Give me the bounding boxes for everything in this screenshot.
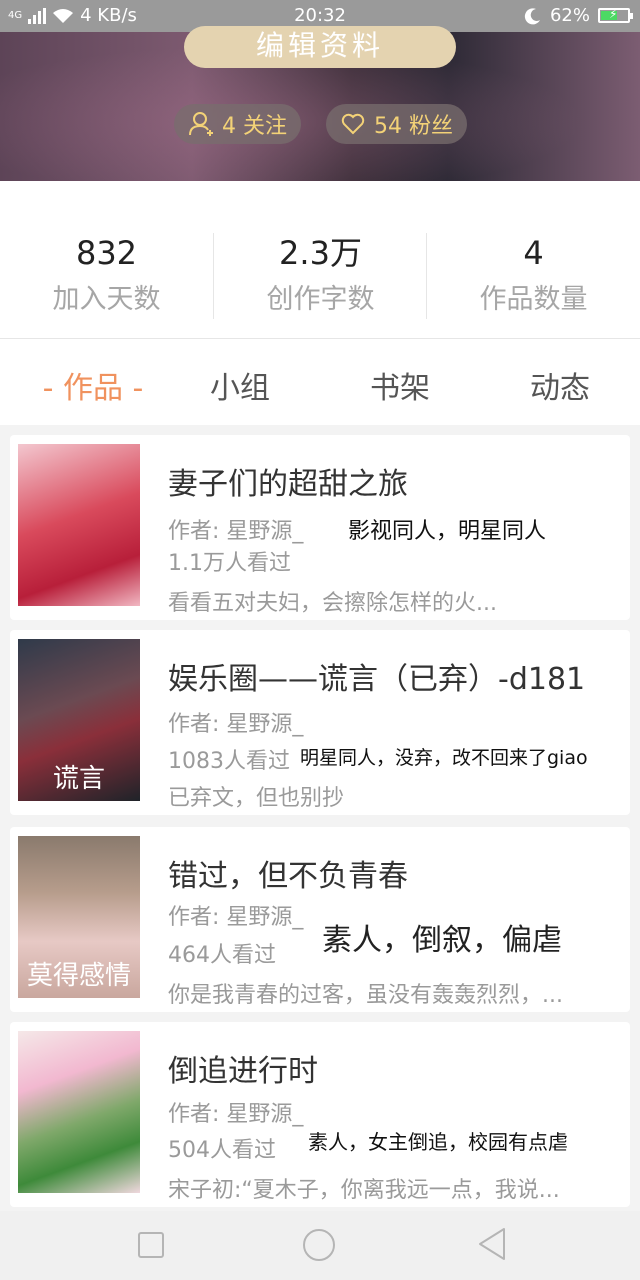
work-views: 464人看过 bbox=[168, 943, 276, 968]
work-cover[interactable] bbox=[18, 444, 140, 606]
battery-icon: ⚡ bbox=[598, 7, 633, 23]
work-item[interactable]: 倒追进行时 作者: 星野源_ 504人看过 素人，女主倒追，校园有点虐 宋子初:… bbox=[10, 1022, 630, 1207]
stat-join-days: 832 加入天数 bbox=[0, 233, 213, 316]
battery-percent: 62% bbox=[549, 5, 590, 26]
work-author: 作者: 星野源_ bbox=[168, 1102, 304, 1127]
following-button[interactable]: 4 关注 bbox=[174, 104, 301, 144]
work-summary: 宋子初:“夏木子，你离我远一点，我说... bbox=[168, 1178, 560, 1203]
tab-activity[interactable]: 动态 bbox=[480, 363, 640, 407]
work-views: 504人看过 bbox=[168, 1138, 276, 1163]
cover-text: 谎言 bbox=[52, 764, 105, 794]
work-summary: 看看五对夫妇，会擦除怎样的火... bbox=[168, 591, 497, 616]
profile-header: 编辑资料 4 关注 54 粉丝 bbox=[0, 26, 640, 181]
edit-profile-button[interactable]: 编辑资料 bbox=[184, 26, 456, 68]
work-summary: 你是我青春的过客，虽没有轰轰烈烈，... bbox=[168, 983, 563, 1008]
moon-icon bbox=[524, 7, 540, 24]
stat-label: 加入天数 bbox=[52, 284, 161, 315]
work-title[interactable]: 娱乐圈——谎言（已弃）-d181 bbox=[168, 654, 585, 698]
work-tags: 素人，女主倒追，校园有点虐 bbox=[308, 1130, 568, 1154]
cover-text: 莫得感情 bbox=[26, 961, 131, 991]
work-title[interactable]: 错过，但不负青春 bbox=[168, 851, 408, 895]
fans-button[interactable]: 54 粉丝 bbox=[326, 104, 467, 144]
work-item[interactable]: 妻子们的超甜之旅 作者: 星野源_ 影视同人，明星同人 1.1万人看过 看看五对… bbox=[10, 435, 630, 620]
profile-tabs: - 作品 - 小组 书架 动态 bbox=[0, 339, 640, 425]
work-summary: 已弃文，但也别抄 bbox=[168, 786, 345, 811]
work-views: 1083人看过 bbox=[168, 749, 290, 774]
stat-works-count: 4 作品数量 bbox=[427, 233, 640, 316]
work-author: 作者: 星野源_ bbox=[168, 519, 304, 544]
recent-apps-icon[interactable] bbox=[137, 1231, 165, 1259]
stat-value: 4 bbox=[523, 234, 544, 272]
tab-works[interactable]: - 作品 - bbox=[13, 363, 173, 407]
stat-value: 832 bbox=[75, 234, 138, 272]
stat-label: 作品数量 bbox=[479, 284, 588, 315]
navigation-bar bbox=[0, 1211, 640, 1280]
work-item[interactable]: 谎言 娱乐圈——谎言（已弃）-d181 作者: 星野源_ 1083人看过 明星同… bbox=[10, 630, 630, 815]
work-author: 作者: 星野源_ bbox=[168, 905, 304, 930]
fans-label: 54 粉丝 bbox=[374, 114, 453, 139]
work-cover[interactable] bbox=[18, 1031, 140, 1193]
work-cover[interactable]: 谎言 bbox=[18, 639, 140, 801]
work-item[interactable]: 莫得感情 错过，但不负青春 作者: 星野源_ 素人，倒叙，偏虐 464人看过 你… bbox=[10, 827, 630, 1012]
work-author: 作者: 星野源_ bbox=[168, 712, 304, 737]
stat-value: 2.3万 bbox=[279, 234, 362, 272]
work-views: 1.1万人看过 bbox=[168, 551, 291, 576]
work-title[interactable]: 倒追进行时 bbox=[168, 1046, 318, 1090]
heart-icon bbox=[341, 113, 365, 135]
work-tags: 影视同人，明星同人 bbox=[348, 519, 547, 544]
home-icon[interactable] bbox=[302, 1228, 336, 1262]
following-label: 4 关注 bbox=[222, 114, 287, 139]
stats-panel: 832 加入天数 2.3万 创作字数 4 作品数量 bbox=[0, 181, 640, 339]
work-tags: 明星同人，没弃，改不回来了giao bbox=[300, 747, 588, 769]
work-cover[interactable]: 莫得感情 bbox=[18, 836, 140, 998]
work-tags: 素人，倒叙，偏虐 bbox=[322, 923, 562, 958]
tab-groups[interactable]: 小组 bbox=[160, 363, 320, 407]
work-title[interactable]: 妻子们的超甜之旅 bbox=[168, 459, 408, 503]
add-user-icon bbox=[189, 112, 213, 136]
back-icon[interactable] bbox=[476, 1227, 508, 1261]
stat-label: 创作字数 bbox=[266, 284, 375, 315]
stat-word-count: 2.3万 创作字数 bbox=[214, 233, 427, 316]
tab-bookshelf[interactable]: 书架 bbox=[320, 363, 480, 407]
